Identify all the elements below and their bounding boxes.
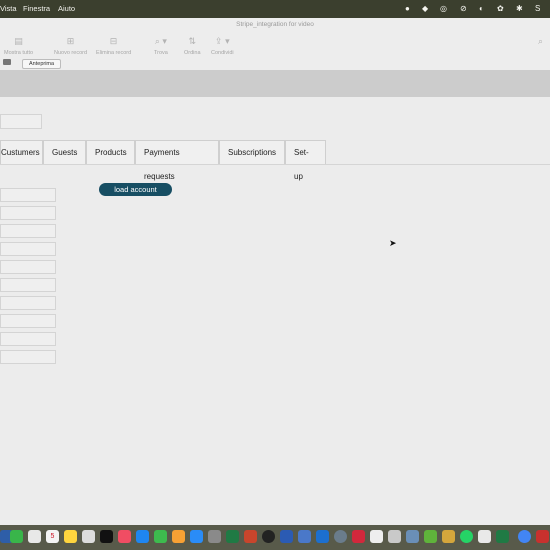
numbers-icon[interactable]	[154, 530, 167, 543]
new-record-icon: ⊞	[66, 36, 75, 46]
sort-button[interactable]: ⇅ Ordina	[184, 36, 201, 56]
calendar-icon[interactable]: 5	[46, 530, 59, 543]
mouse-pointer-icon: ➤	[389, 238, 397, 248]
find-label: Trova	[154, 50, 168, 56]
layout-content: Custumers Guests Products Payments reque…	[0, 97, 550, 525]
record-field[interactable]	[0, 260, 56, 274]
powerpoint-icon[interactable]	[244, 530, 257, 543]
messages-icon[interactable]	[10, 530, 23, 543]
tab-products[interactable]: Products	[86, 140, 135, 164]
app-s-icon[interactable]: S	[535, 4, 540, 13]
chrome-icon[interactable]	[518, 530, 531, 543]
record-field[interactable]	[0, 332, 56, 346]
sort-label: Ordina	[184, 50, 201, 56]
reminders-icon[interactable]	[82, 530, 95, 543]
share-button[interactable]: ⇪ ▾ Condividi	[211, 36, 234, 56]
share-icon: ⇪ ▾	[215, 36, 230, 46]
search-icon: ⌕	[538, 36, 544, 46]
gear-icon[interactable]: ✿	[497, 4, 504, 13]
record-field[interactable]	[0, 188, 56, 202]
preview-button[interactable]: Anteprima	[22, 59, 62, 69]
system-settings-icon[interactable]	[208, 530, 221, 543]
app-icon[interactable]	[442, 530, 455, 543]
menu-bar: Vista Finestra Aiuto ● ◆ ◎ ⊘ ◐ ✿ ✱ S	[0, 0, 550, 18]
search-field[interactable]	[0, 114, 42, 129]
app-icon[interactable]	[496, 530, 509, 543]
view-mode-icon[interactable]	[3, 59, 11, 65]
new-record-label: Nuovo record	[54, 50, 88, 56]
bell-off-icon[interactable]: ⊘	[460, 4, 467, 13]
menu-aiuto[interactable]: Aiuto	[58, 4, 75, 13]
photos-icon[interactable]	[28, 530, 41, 543]
find-button[interactable]: ⌕ ▾ Trova	[154, 36, 168, 56]
layout-bar: Anteprima	[0, 58, 550, 69]
share-label: Condividi	[211, 50, 234, 56]
word-icon[interactable]	[280, 530, 293, 543]
excel-icon[interactable]	[226, 530, 239, 543]
records-icon: ▤	[14, 36, 23, 46]
tab-subscriptions[interactable]: Subscriptions	[219, 140, 285, 164]
app-icon[interactable]	[388, 530, 401, 543]
search-icon: ⌕ ▾	[154, 36, 167, 46]
menu-finestra[interactable]: Finestra	[23, 4, 50, 13]
delete-record-label: Elimina record	[96, 50, 132, 56]
whatsapp-icon[interactable]	[460, 530, 473, 543]
tab-payments-requests[interactable]: Payments requests	[135, 140, 219, 181]
tab-set-up[interactable]: Set-up	[285, 140, 326, 181]
app-icon[interactable]	[424, 530, 437, 543]
dock: 5	[0, 525, 550, 550]
tab-divider	[0, 164, 550, 165]
apple-tv-icon[interactable]	[100, 530, 113, 543]
load-account-button[interactable]: load account	[99, 183, 172, 196]
show-all-button[interactable]: ▤ Mostra tutto	[4, 36, 33, 56]
record-field[interactable]	[0, 296, 56, 310]
sync-icon[interactable]: ◎	[440, 4, 447, 13]
outlook-icon[interactable]	[316, 530, 329, 543]
record-icon[interactable]: ●	[405, 4, 410, 13]
delete-record-icon: ⊟	[109, 36, 118, 46]
tab-guests[interactable]: Guests	[43, 140, 86, 164]
tab-custumers[interactable]: Custumers	[0, 140, 43, 164]
app-icon[interactable]	[478, 530, 491, 543]
dropbox-icon[interactable]: ◆	[422, 4, 428, 13]
record-field[interactable]	[0, 206, 56, 220]
app-icon[interactable]	[262, 530, 275, 543]
tab-bar: Custumers Guests Products Payments reque…	[0, 140, 326, 181]
app-icon[interactable]	[536, 530, 549, 543]
new-record-button[interactable]: ⊞ Nuovo record	[54, 36, 87, 56]
record-field[interactable]	[0, 278, 56, 292]
notes-icon[interactable]	[64, 530, 77, 543]
app-icon[interactable]	[298, 530, 311, 543]
window-title: Stripe_integration for video	[236, 21, 314, 28]
safari-icon[interactable]	[334, 530, 347, 543]
menu-vista[interactable]: Vista	[0, 4, 17, 13]
moon-icon[interactable]: ◐	[479, 4, 484, 13]
sort-icon: ⇅	[188, 36, 197, 46]
pages-icon[interactable]	[172, 530, 185, 543]
app-icon[interactable]	[352, 530, 365, 543]
record-field[interactable]	[0, 350, 56, 364]
record-field[interactable]	[0, 224, 56, 238]
app-store-icon[interactable]	[190, 530, 203, 543]
record-field[interactable]	[0, 242, 56, 256]
app-icon[interactable]	[370, 530, 383, 543]
app-icon[interactable]	[136, 530, 149, 543]
music-icon[interactable]	[118, 530, 131, 543]
bluetooth-icon[interactable]: ✱	[516, 4, 523, 13]
header-band	[0, 70, 550, 97]
app-icon[interactable]	[406, 530, 419, 543]
show-all-label: Mostra tutto	[4, 50, 34, 56]
toolbar-search-button[interactable]: ⌕	[538, 36, 543, 50]
delete-record-button[interactable]: ⊟ Elimina record	[96, 36, 131, 56]
record-field[interactable]	[0, 314, 56, 328]
